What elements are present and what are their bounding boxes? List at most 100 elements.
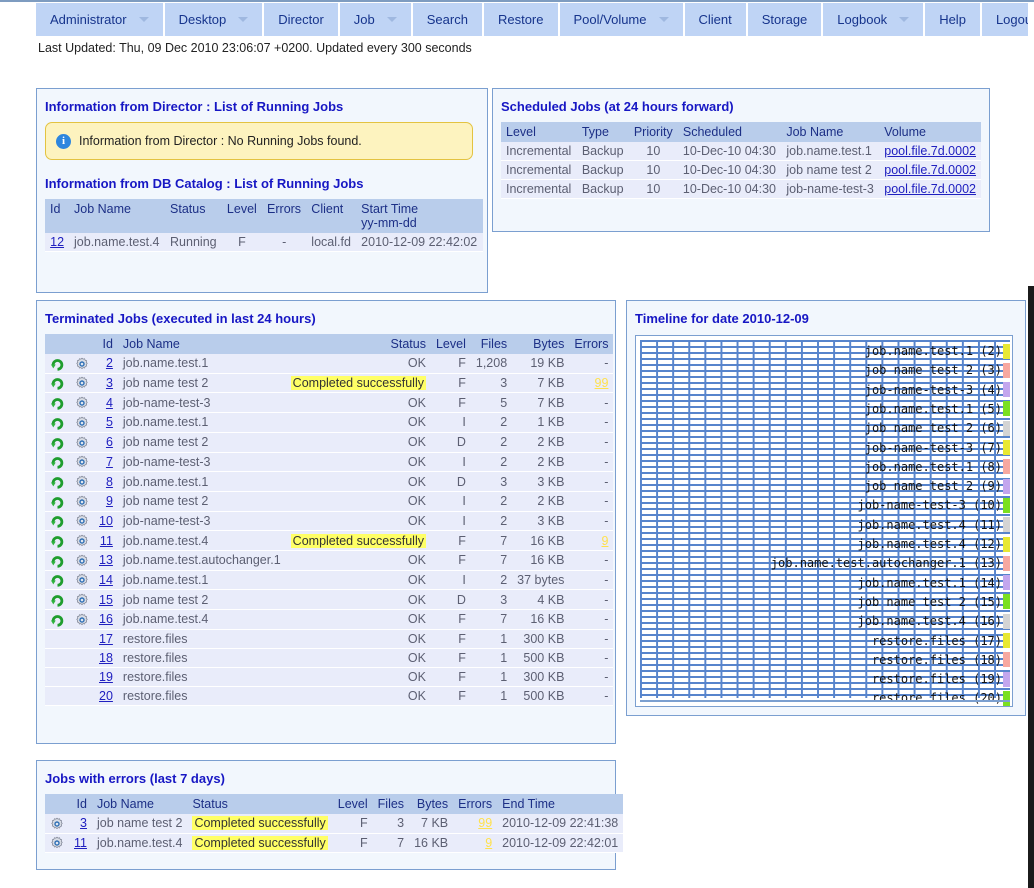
timeline-row-label: job.name.test.1 (14) <box>857 575 1003 590</box>
page-scrollbar[interactable] <box>1028 2 1034 888</box>
nav-item-logbook[interactable]: Logbook <box>823 3 924 36</box>
nav-item-administrator[interactable]: Administrator <box>36 3 163 36</box>
job-settings-button[interactable] <box>70 589 94 611</box>
job-id-link[interactable]: 14 <box>99 573 113 587</box>
timeline-job-bar[interactable] <box>1003 652 1010 668</box>
job-id-link[interactable]: 18 <box>99 651 113 665</box>
job-id-link[interactable]: 5 <box>106 415 113 429</box>
rerun-job-button[interactable] <box>45 530 70 552</box>
nav-item-client[interactable]: Client <box>684 3 746 36</box>
job-id-link[interactable]: 10 <box>99 514 113 528</box>
nav-item-storage[interactable]: Storage <box>747 3 822 36</box>
job-settings-button[interactable] <box>70 354 94 374</box>
nav-item-search[interactable]: Search <box>412 3 482 36</box>
volume-link[interactable]: pool.file.7d.0002 <box>884 182 976 196</box>
job-id-link[interactable]: 2 <box>106 356 113 370</box>
job-id-link[interactable]: 7 <box>106 455 113 469</box>
scrollbar-thumb[interactable] <box>1028 286 1034 888</box>
job-settings-button[interactable] <box>45 814 69 834</box>
job-settings-button[interactable] <box>70 471 94 492</box>
timeline-job-bar[interactable] <box>1003 555 1010 571</box>
rerun-job-button[interactable] <box>45 589 70 611</box>
timeline-job-bar[interactable] <box>1003 382 1010 398</box>
timeline-job-bar[interactable] <box>1003 362 1010 378</box>
job-id-link[interactable]: 16 <box>99 612 113 626</box>
error-count-link[interactable]: 9 <box>485 836 492 850</box>
timeline-job-bar[interactable] <box>1003 690 1010 706</box>
timeline-job-bar[interactable] <box>1003 613 1010 629</box>
job-id-link[interactable]: 17 <box>99 632 113 646</box>
rerun-job-button[interactable] <box>45 432 70 453</box>
terminated-jobs-panel: Terminated Jobs (executed in last 24 hou… <box>36 300 616 744</box>
timeline-job-bar[interactable] <box>1003 575 1010 591</box>
job-id-link[interactable]: 12 <box>50 235 64 249</box>
nav-item-pool-volume[interactable]: Pool/Volume <box>559 3 683 36</box>
nav-item-desktop[interactable]: Desktop <box>164 3 263 36</box>
job-settings-button[interactable] <box>70 452 94 473</box>
rerun-job-button[interactable] <box>45 412 70 433</box>
cell-level: I <box>430 412 471 433</box>
job-settings-button[interactable] <box>70 392 94 414</box>
job-id-link[interactable]: 15 <box>99 593 113 607</box>
job-id-link[interactable]: 11 <box>74 836 87 850</box>
job-id-link[interactable]: 11 <box>100 534 113 548</box>
job-id-link[interactable]: 3 <box>106 376 113 390</box>
rerun-job-button[interactable] <box>45 471 70 492</box>
rerun-job-button[interactable] <box>45 373 70 394</box>
timeline-job-bar[interactable] <box>1003 401 1010 417</box>
cell-bytes: 3 KB <box>512 471 570 492</box>
job-id-link[interactable]: 20 <box>99 689 113 703</box>
rerun-job-button[interactable] <box>45 609 70 630</box>
timeline-job-bar[interactable] <box>1003 517 1010 533</box>
nav-item-director[interactable]: Director <box>264 3 338 36</box>
error-count-link[interactable]: 99 <box>478 816 492 830</box>
timeline-job-bar[interactable] <box>1003 536 1010 552</box>
error-count-link[interactable]: 9 <box>602 534 609 548</box>
timeline-job-bar[interactable] <box>1003 671 1010 687</box>
timeline-canvas[interactable]: job.name.test.1 (2) job name test 2 (3) jo… <box>635 335 1013 707</box>
job-settings-button[interactable] <box>70 530 94 552</box>
nav-item-logout[interactable]: Logout <box>981 3 1034 36</box>
timeline-job-bar[interactable] <box>1003 440 1010 455</box>
job-id-link[interactable]: 8 <box>106 475 113 489</box>
job-settings-button[interactable] <box>70 412 94 433</box>
rerun-job-button[interactable] <box>45 452 70 473</box>
nav-item-restore[interactable]: Restore <box>483 3 558 36</box>
job-id-link[interactable]: 19 <box>99 670 113 684</box>
job-settings-button[interactable] <box>45 833 69 854</box>
job-settings-button[interactable] <box>70 550 94 571</box>
volume-link[interactable]: pool.file.7d.0002 <box>884 144 976 158</box>
rerun-job-button[interactable] <box>45 392 70 414</box>
volume-link[interactable]: pool.file.7d.0002 <box>884 163 976 177</box>
timeline-job-bar[interactable] <box>1003 594 1010 610</box>
rerun-job-button[interactable] <box>45 354 70 374</box>
job-id-link[interactable]: 4 <box>106 396 113 410</box>
job-id-link[interactable]: 3 <box>80 816 87 830</box>
cell-files: 3 <box>470 589 513 611</box>
job-settings-button[interactable] <box>70 373 94 394</box>
rerun-job-button[interactable] <box>45 491 70 512</box>
job-settings-button[interactable] <box>70 570 94 591</box>
job-settings-button[interactable] <box>70 491 94 512</box>
cell-bytes: 2 KB <box>512 491 570 512</box>
job-id-link[interactable]: 6 <box>106 435 113 449</box>
job-settings-button[interactable] <box>70 511 94 532</box>
rerun-job-button[interactable] <box>45 550 70 571</box>
timeline-job-bar[interactable] <box>1003 633 1010 648</box>
nav-item-job[interactable]: Job <box>339 3 411 36</box>
timeline-job-bar[interactable] <box>1003 478 1010 494</box>
rerun-job-button[interactable] <box>45 570 70 591</box>
timeline-job-bar[interactable] <box>1003 497 1010 513</box>
rerun-job-button[interactable] <box>45 511 70 532</box>
timeline-job-bar[interactable] <box>1003 343 1010 359</box>
cell-level: D <box>430 471 471 492</box>
timeline-job-bar[interactable] <box>1003 459 1010 475</box>
job-id-link[interactable]: 13 <box>99 553 113 567</box>
job-settings-button[interactable] <box>70 609 94 630</box>
icon-placeholder <box>45 667 70 687</box>
error-count-link[interactable]: 99 <box>595 376 609 390</box>
nav-item-help[interactable]: Help <box>925 3 980 36</box>
timeline-job-bar[interactable] <box>1003 420 1010 436</box>
job-settings-button[interactable] <box>70 432 94 453</box>
job-id-link[interactable]: 9 <box>106 494 113 508</box>
